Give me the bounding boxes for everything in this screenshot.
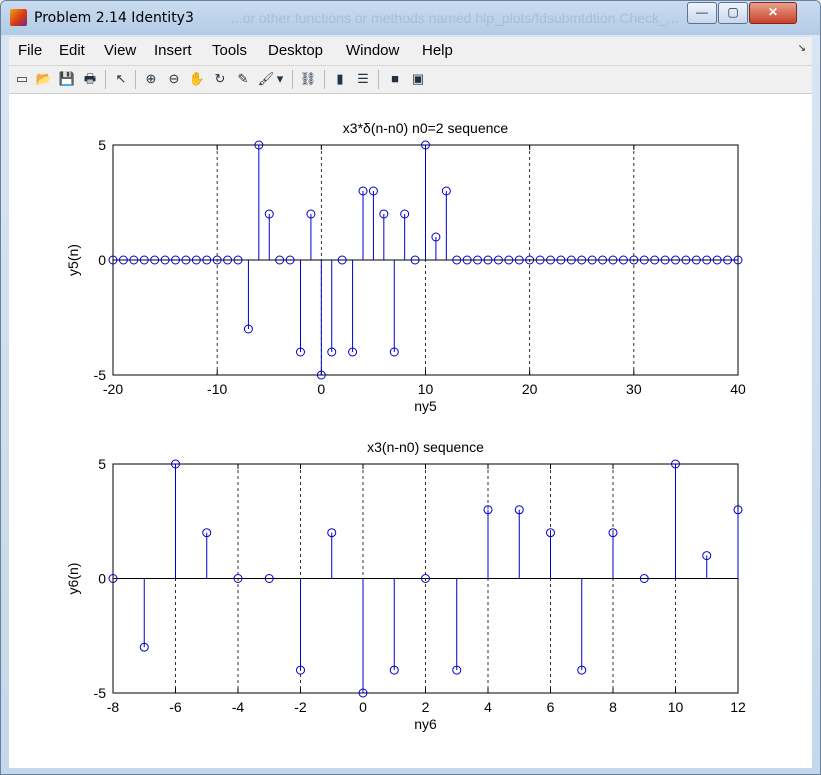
menu-insert[interactable]: Insert	[154, 42, 192, 59]
menu-file[interactable]: File	[18, 42, 42, 59]
x-tick-label: 10	[668, 699, 684, 715]
edit-plot-arrow-icon[interactable]: ↖	[112, 70, 130, 88]
new-figure-icon[interactable]: ▭	[13, 70, 31, 88]
y-tick-label: 5	[98, 137, 106, 153]
figure-toolbar: ▭ 📂 💾 🖶 ↖ ⊕ ⊖ ✋ ↻ ✎ 🖌 ▾ ⛓ ▮ ☰ ■ ▣	[9, 66, 812, 94]
axes-1: -20 -10 0 10 20 30 40 -5 0 5 x3*δ(n-n0) n0=2 seque…	[65, 120, 746, 414]
figure-canvas: -20 -10 0 10 20 30 40 -5 0 5 x3*δ(n-n0) n0=2 seque…	[9, 94, 812, 768]
zoom-in-icon[interactable]: ⊕	[142, 70, 160, 88]
x-tick-label: 20	[522, 381, 538, 397]
window-title: Problem 2.14 Identity3	[34, 10, 194, 26]
x-tick-label: -4	[232, 699, 245, 715]
x-tick-label: -8	[107, 699, 120, 715]
minimize-button[interactable]: —	[687, 2, 717, 24]
y-tick-label: 0	[98, 571, 106, 587]
rotate-3d-icon[interactable]: ↻	[211, 70, 229, 88]
title-ghost-text: ...or other functions or methods named h…	[231, 10, 679, 26]
menu-bar: File Edit View Insert Tools Desktop Wind…	[9, 37, 812, 66]
axes-2: -8 -6 -4 -2 0 2 4 6 8 10 12 -5 0 5 x3(n-n0) sequence ny…	[65, 439, 746, 732]
hide-plot-tools-icon[interactable]: ■	[386, 70, 404, 88]
pan-hand-icon[interactable]: ✋	[188, 70, 206, 88]
y-tick-label: 0	[98, 252, 106, 268]
menu-help[interactable]: Help	[422, 42, 453, 59]
show-plot-tools-icon[interactable]: ▣	[409, 70, 427, 88]
figure-window: Problem 2.14 Identity3 ...or other funct…	[0, 0, 821, 775]
link-plot-icon[interactable]: ⛓	[299, 70, 317, 88]
toolbar-separator	[324, 70, 325, 89]
x-tick-label: 0	[317, 381, 325, 397]
close-button[interactable]: ✕	[749, 2, 797, 24]
brush-icon[interactable]: 🖌	[257, 70, 275, 88]
x-axis-label: ny5	[414, 398, 437, 414]
legend-icon[interactable]: ☰	[354, 70, 372, 88]
x-tick-label: 4	[484, 699, 492, 715]
x-tick-label: -10	[207, 381, 227, 397]
menu-window[interactable]: Window	[346, 42, 399, 59]
menu-edit[interactable]: Edit	[59, 42, 85, 59]
dock-arrow-icon[interactable]: ↘	[798, 43, 806, 54]
title-bar[interactable]: Problem 2.14 Identity3 ...or other funct…	[1, 1, 820, 35]
x-axis-label: ny6	[414, 716, 437, 732]
maximize-button[interactable]: ▢	[718, 2, 748, 24]
x-tick-label: 10	[418, 381, 434, 397]
y-tick-label: -5	[94, 685, 107, 701]
x-tick-label: 30	[626, 381, 642, 397]
toolbar-separator	[292, 70, 293, 89]
x-tick-label: 0	[359, 699, 367, 715]
toolbar-separator	[105, 70, 106, 89]
x-tick-label: -6	[169, 699, 182, 715]
axes-title: x3(n-n0) sequence	[367, 439, 484, 455]
menu-tools[interactable]: Tools	[212, 42, 247, 59]
x-tick-label: 8	[609, 699, 617, 715]
matlab-logo-icon	[10, 9, 27, 26]
y-axis-label: y6(n)	[65, 563, 81, 595]
y-tick-label: -5	[94, 367, 107, 383]
x-tick-label: -20	[103, 381, 123, 397]
save-icon[interactable]: 💾	[58, 70, 76, 88]
y-tick-label: 5	[98, 456, 106, 472]
x-tick-label: 40	[730, 381, 746, 397]
toolbar-separator	[378, 70, 379, 89]
figure-svg: -20 -10 0 10 20 30 40-505x3*δ(n-n0) n0=2 seque…	[65, 120, 746, 732]
y-axis-label: y5(n)	[65, 244, 81, 276]
print-icon[interactable]: 🖶	[81, 70, 99, 88]
x-tick-label: 6	[547, 699, 555, 715]
menu-view[interactable]: View	[104, 42, 136, 59]
zoom-out-icon[interactable]: ⊖	[165, 70, 183, 88]
colorbar-icon[interactable]: ▮	[331, 70, 349, 88]
x-tick-label: 2	[422, 699, 430, 715]
menu-desktop[interactable]: Desktop	[268, 42, 323, 59]
toolbar-separator	[135, 70, 136, 89]
data-cursor-icon[interactable]: ✎	[234, 70, 252, 88]
x-tick-label: -2	[294, 699, 307, 715]
brush-dropdown-icon[interactable]: ▾	[275, 70, 285, 88]
axes-title: x3*δ(n-n0) n0=2 sequence	[343, 120, 509, 136]
open-file-icon[interactable]: 📂	[35, 70, 53, 88]
x-tick-label: 12	[730, 699, 746, 715]
